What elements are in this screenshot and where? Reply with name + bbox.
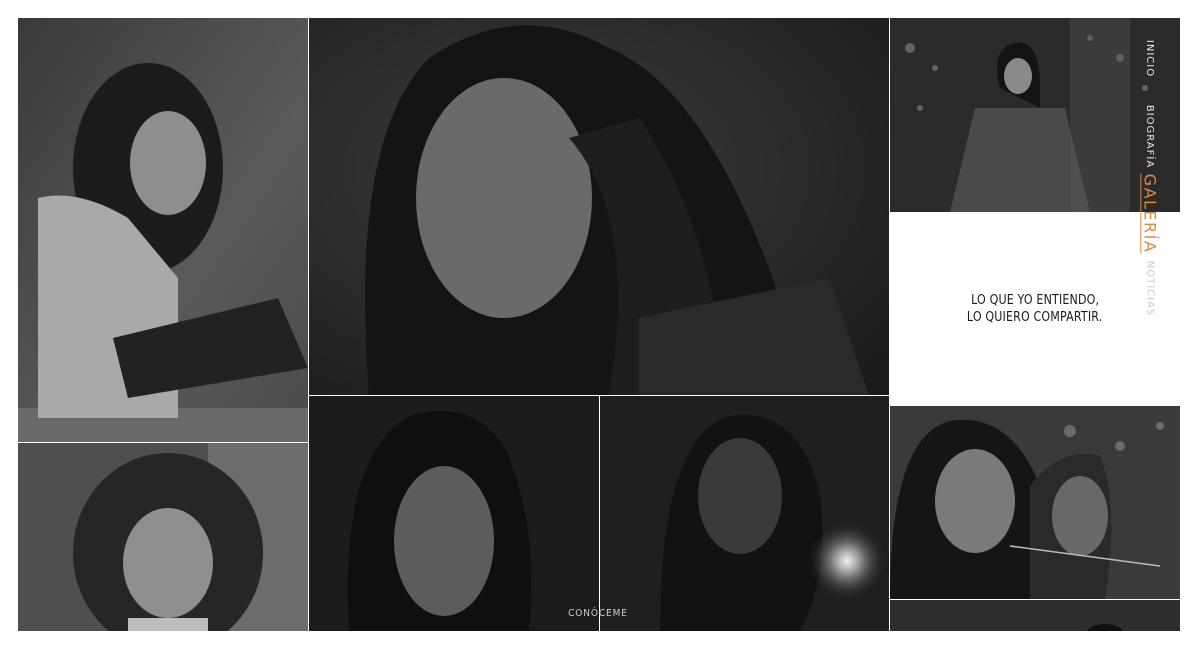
gallery-photo-6[interactable] <box>890 18 1180 212</box>
nav-item-label: GALERÍA <box>1140 173 1160 253</box>
nav-item-label: BIOGRAFÍA <box>1144 104 1156 168</box>
vertical-nav: INICIO BIOGRAFÍA GALERÍA NOTICIAS <box>1138 39 1162 330</box>
nav-item-galeria[interactable]: GALERÍA <box>1138 173 1162 253</box>
quote-block: LO QUE YO ENTIENDO, LO QUIERO COMPARTIR. <box>890 212 1180 406</box>
nav-item-biografia[interactable]: BIOGRAFÍA <box>1138 100 1162 172</box>
portrait-image <box>309 18 889 395</box>
nav-item-label: INICIO <box>1144 39 1156 77</box>
portrait-image <box>600 396 889 631</box>
quote-line-2: LO QUIERO COMPARTIR. <box>967 309 1103 325</box>
nav-item-noticias[interactable]: NOTICIAS <box>1138 260 1162 316</box>
gallery-photo-8[interactable] <box>890 600 1180 631</box>
portrait-image <box>890 406 1180 599</box>
nav-item-inicio[interactable]: INICIO <box>1138 39 1162 77</box>
portrait-image <box>18 18 308 442</box>
portrait-image <box>890 600 1180 631</box>
portrait-image <box>309 396 599 631</box>
portrait-image <box>18 443 308 631</box>
conoceme-link[interactable]: CONÓCEME <box>544 608 652 619</box>
gallery-photo-1[interactable] <box>18 18 308 442</box>
gallery-photo-4[interactable] <box>309 396 599 631</box>
gallery-photo-5[interactable] <box>600 396 889 631</box>
gallery-photo-3[interactable] <box>309 18 889 395</box>
portrait-image <box>890 18 1180 212</box>
gallery-photo-7[interactable] <box>890 406 1180 599</box>
quote-line-1: LO QUE YO ENTIENDO, <box>970 292 1100 308</box>
gallery-photo-2[interactable] <box>18 443 308 631</box>
nav-item-label: NOTICIAS <box>1144 260 1156 316</box>
